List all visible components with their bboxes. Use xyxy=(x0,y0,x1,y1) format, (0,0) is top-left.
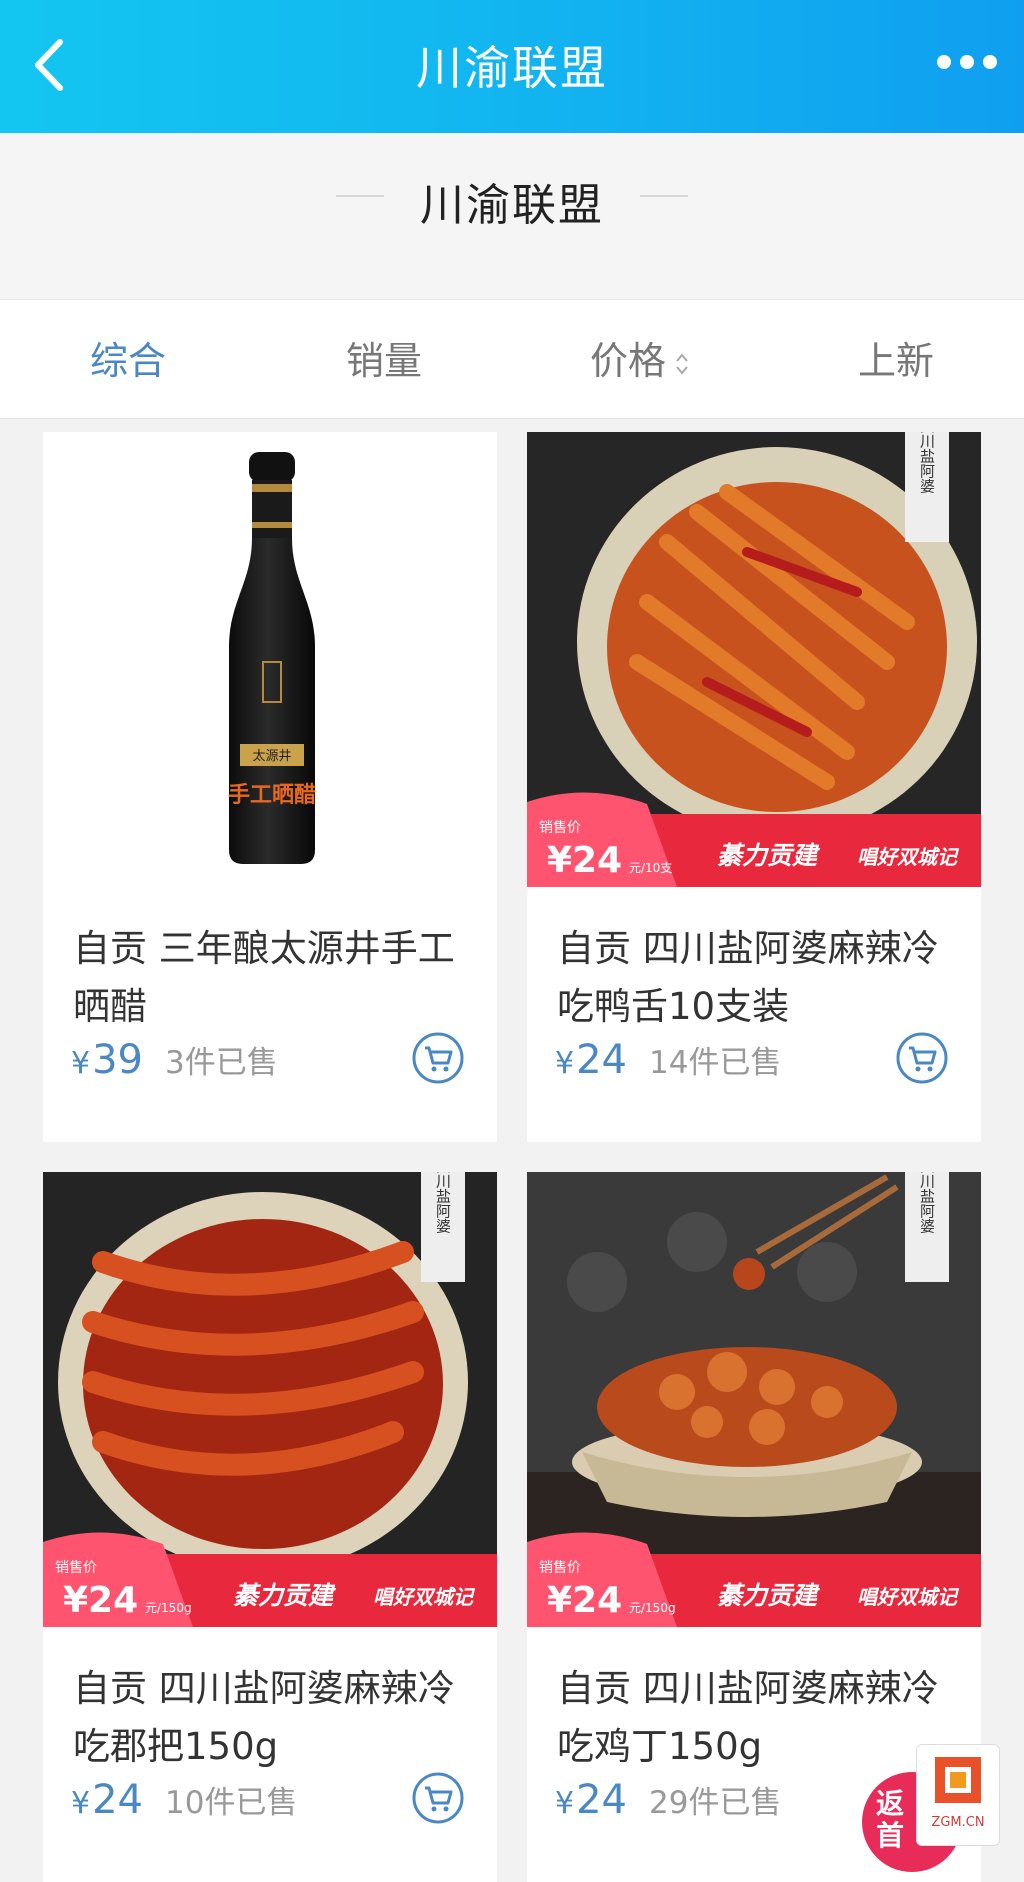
promo-price: ¥24 xyxy=(547,840,622,881)
duck-tongue-image: 四川盐阿婆 销售价 ¥24 元/10支 綦力贡建 唱好双城记 xyxy=(527,432,981,887)
product-image[interactable]: 四川盐阿婆 销售价 ¥24 元/150g 綦力贡建 唱好双城记 xyxy=(527,1172,981,1627)
header-title: 川渝联盟 xyxy=(416,41,608,95)
brand-tag: 四川盐阿婆 xyxy=(918,432,936,494)
add-to-cart-icon[interactable] xyxy=(895,1031,949,1085)
sort-bar: 综合 销量 价格 上新 xyxy=(0,299,1024,419)
price-currency: ¥ xyxy=(555,1046,575,1081)
sold-count: 14件已售 xyxy=(649,1045,782,1081)
sold-count: 3件已售 xyxy=(165,1045,278,1081)
divider-right xyxy=(640,195,688,197)
promo-price: ¥24 xyxy=(63,1580,138,1621)
vinegar-bottle-image: 太源井 手工晒醋 xyxy=(228,452,316,864)
site-watermark: ZGM.CN xyxy=(916,1744,1000,1846)
sort-tab-comprehensive[interactable]: 综合 xyxy=(0,330,256,385)
spicy-tripe-image: 四川盐阿婆 销售价 ¥24 元/150g 綦力贡建 唱好双城记 xyxy=(43,1172,497,1627)
product-card[interactable]: 四川盐阿婆 销售价 ¥24 元/150g 綦力贡建 唱好双城记 自贡 四川盐阿婆… xyxy=(43,1172,497,1882)
sort-tab-price-label: 价格 xyxy=(589,339,666,383)
product-card[interactable]: 太源井 手工晒醋 自贡 三年酿太源井手工晒醋 ¥39 3件已售 xyxy=(43,432,497,1142)
section-title: 川渝联盟 xyxy=(420,180,604,231)
sort-tab-sales[interactable]: 销量 xyxy=(256,330,512,385)
promo-unit: 元/10支 xyxy=(629,861,672,875)
section-header: 川渝联盟 xyxy=(0,133,1024,299)
brand-tag: 四川盐阿婆 xyxy=(434,1172,452,1234)
sort-tab-new[interactable]: 上新 xyxy=(768,330,1024,385)
sort-arrows-icon xyxy=(676,352,688,375)
watermark-text: ZGM.CN xyxy=(931,1815,985,1830)
product-card[interactable]: 四川盐阿婆 销售价 ¥24 元/10支 綦力贡建 唱好双城记 自贡 四川盐阿婆麻… xyxy=(527,432,981,1142)
promo-unit: 元/150g xyxy=(629,1601,676,1615)
product-name[interactable]: 自贡 四川盐阿婆麻辣冷吃鸡丁150g xyxy=(557,1660,957,1776)
promo-slogan-1: 綦力贡建 xyxy=(717,841,821,870)
app-header: 川渝联盟 xyxy=(0,0,1024,133)
back-home-label: 返首 xyxy=(876,1787,905,1852)
price-currency: ¥ xyxy=(71,1046,91,1081)
sold-count: 29件已售 xyxy=(649,1785,782,1821)
price-value: 24 xyxy=(92,1777,143,1823)
price-value: 24 xyxy=(576,1037,627,1083)
price-row: ¥24 10件已售 xyxy=(71,1772,491,1837)
brand-tag: 四川盐阿婆 xyxy=(918,1172,936,1234)
product-image[interactable]: 四川盐阿婆 销售价 ¥24 元/10支 綦力贡建 唱好双城记 xyxy=(527,432,981,887)
sold-count: 10件已售 xyxy=(165,1785,298,1821)
promo-slogan-2: 唱好双城记 xyxy=(857,1585,960,1609)
promo-slogan-1: 綦力贡建 xyxy=(717,1581,821,1610)
sort-tab-price[interactable]: 价格 xyxy=(512,330,768,385)
more-dots-icon[interactable] xyxy=(932,44,1002,80)
product-name[interactable]: 自贡 四川盐阿婆麻辣冷吃鸭舌10支装 xyxy=(557,920,957,1036)
promo-label: 销售价 xyxy=(539,820,581,836)
promo-slogan-2: 唱好双城记 xyxy=(857,845,960,869)
product-name[interactable]: 自贡 三年酿太源井手工晒醋 xyxy=(73,920,473,1036)
product-image[interactable]: 四川盐阿婆 销售价 ¥24 元/150g 綦力贡建 唱好双城记 xyxy=(43,1172,497,1627)
bottle-brand-text: 太源井 xyxy=(252,749,291,764)
spicy-chicken-image: 四川盐阿婆 销售价 ¥24 元/150g 綦力贡建 唱好双城记 xyxy=(527,1172,981,1627)
price-currency: ¥ xyxy=(555,1786,575,1821)
product-name[interactable]: 自贡 四川盐阿婆麻辣冷吃郡把150g xyxy=(73,1660,473,1776)
promo-slogan-2: 唱好双城记 xyxy=(373,1585,476,1609)
bottle-label-text: 手工晒醋 xyxy=(228,783,316,808)
promo-unit: 元/150g xyxy=(145,1601,192,1615)
product-image[interactable]: 太源井 手工晒醋 xyxy=(43,432,497,887)
promo-label: 销售价 xyxy=(55,1560,97,1576)
price-row: ¥24 14件已售 xyxy=(555,1032,975,1097)
promo-price: ¥24 xyxy=(547,1580,622,1621)
price-value: 39 xyxy=(92,1037,143,1083)
promo-label: 销售价 xyxy=(539,1560,581,1576)
promo-slogan-1: 綦力贡建 xyxy=(233,1581,337,1610)
add-to-cart-icon[interactable] xyxy=(411,1771,465,1825)
add-to-cart-icon[interactable] xyxy=(411,1031,465,1085)
price-currency: ¥ xyxy=(71,1786,91,1821)
watermark-logo-icon xyxy=(935,1757,981,1803)
price-row: ¥39 3件已售 xyxy=(71,1032,491,1097)
price-value: 24 xyxy=(576,1777,627,1823)
